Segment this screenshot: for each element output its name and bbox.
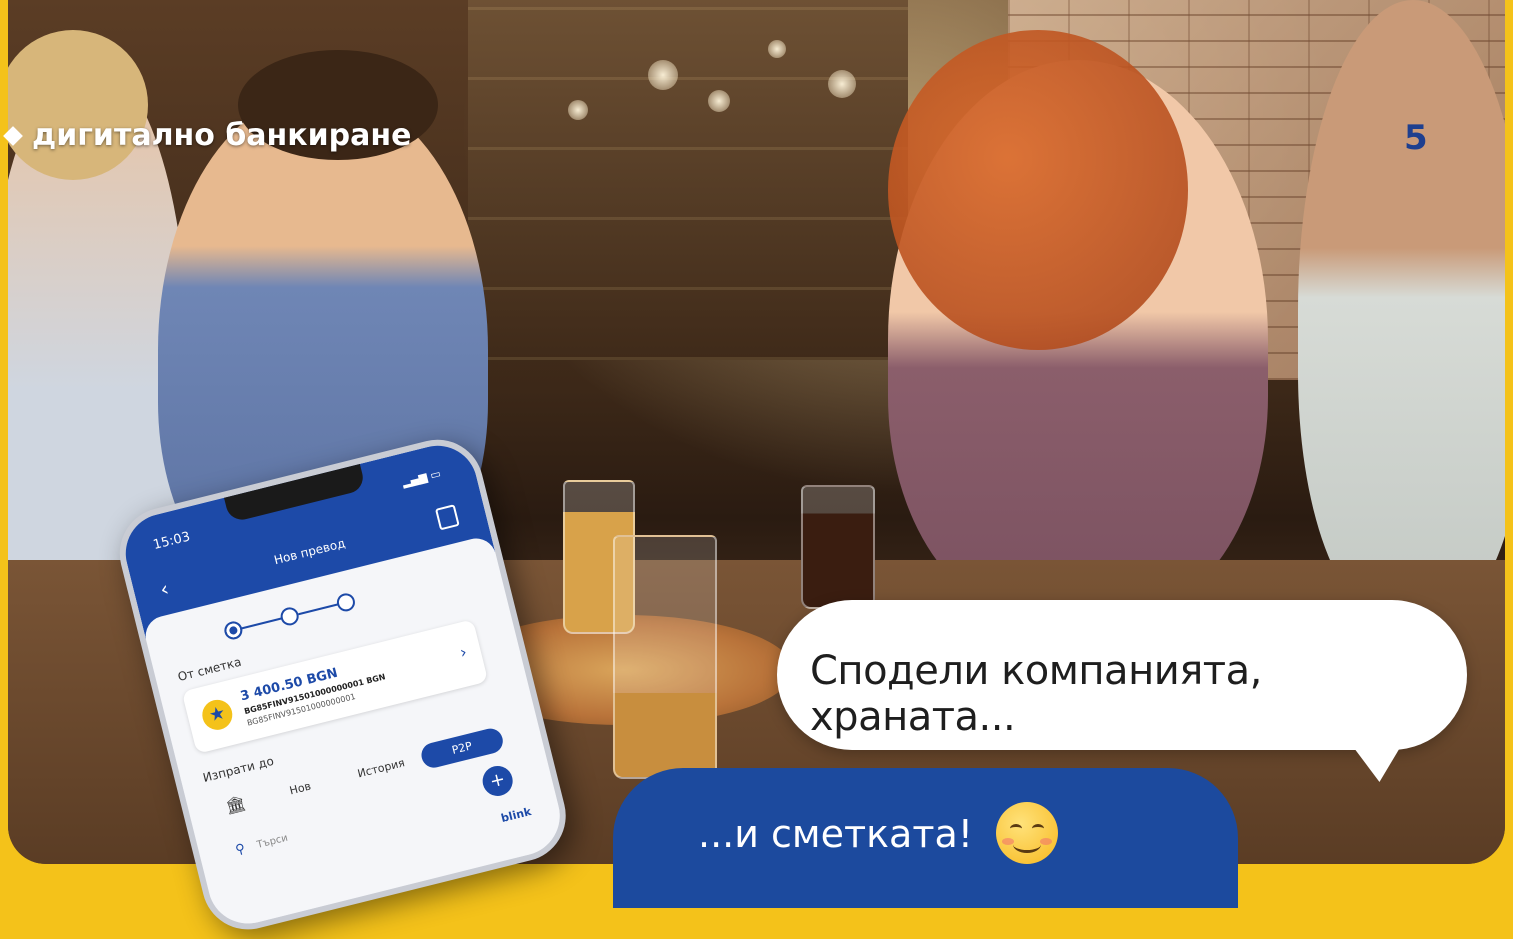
stepper-line bbox=[237, 616, 286, 631]
smiley-eye bbox=[1010, 824, 1022, 833]
bar-shelf bbox=[468, 0, 908, 360]
page-number: 5 bbox=[1404, 118, 1428, 158]
send-to-label: Изпрати до bbox=[201, 753, 276, 785]
add-recipient-button[interactable]: + bbox=[479, 762, 516, 800]
step-1 bbox=[222, 619, 245, 642]
search-icon: ⚲ bbox=[233, 841, 247, 859]
dark-beer-glass bbox=[801, 485, 875, 609]
smiley-cheek bbox=[1040, 838, 1052, 845]
tab-p2p[interactable]: P2P bbox=[418, 725, 506, 770]
step-2 bbox=[278, 605, 301, 628]
signal-battery-icon: ▂▄▆ ▭ bbox=[400, 466, 443, 489]
search-input[interactable]: Търси bbox=[256, 833, 289, 851]
light-bokeh bbox=[568, 100, 588, 120]
tab-new[interactable]: Нов bbox=[257, 766, 344, 810]
light-bokeh bbox=[708, 90, 730, 112]
status-time: 15:03 bbox=[151, 529, 192, 554]
progress-stepper bbox=[222, 590, 357, 642]
section-title: дигитално банкиране bbox=[32, 118, 412, 153]
bank-icon[interactable]: 🏛 bbox=[207, 783, 263, 825]
light-bokeh bbox=[828, 70, 856, 98]
step-3 bbox=[335, 591, 357, 614]
chevron-right-icon: › bbox=[457, 641, 469, 662]
tab-history[interactable]: История bbox=[338, 746, 425, 790]
hair-right-woman bbox=[888, 30, 1188, 350]
smiley-emoji-icon bbox=[996, 802, 1058, 864]
diamond-bullet-icon bbox=[3, 125, 23, 146]
blink-logo: blink bbox=[499, 805, 533, 826]
speech-bubble-blue-text: ...и сметката! bbox=[698, 812, 973, 856]
light-bokeh bbox=[768, 40, 786, 58]
smiley-mouth bbox=[1013, 836, 1041, 853]
beer-glass bbox=[613, 535, 717, 779]
light-bokeh bbox=[648, 60, 678, 90]
smiley-eye bbox=[1032, 824, 1044, 833]
star-icon: ★ bbox=[199, 696, 236, 734]
section-header: дигитално банкиране bbox=[0, 118, 411, 153]
speech-bubble-white-text: Сподели компанията, храната... bbox=[810, 648, 1262, 740]
